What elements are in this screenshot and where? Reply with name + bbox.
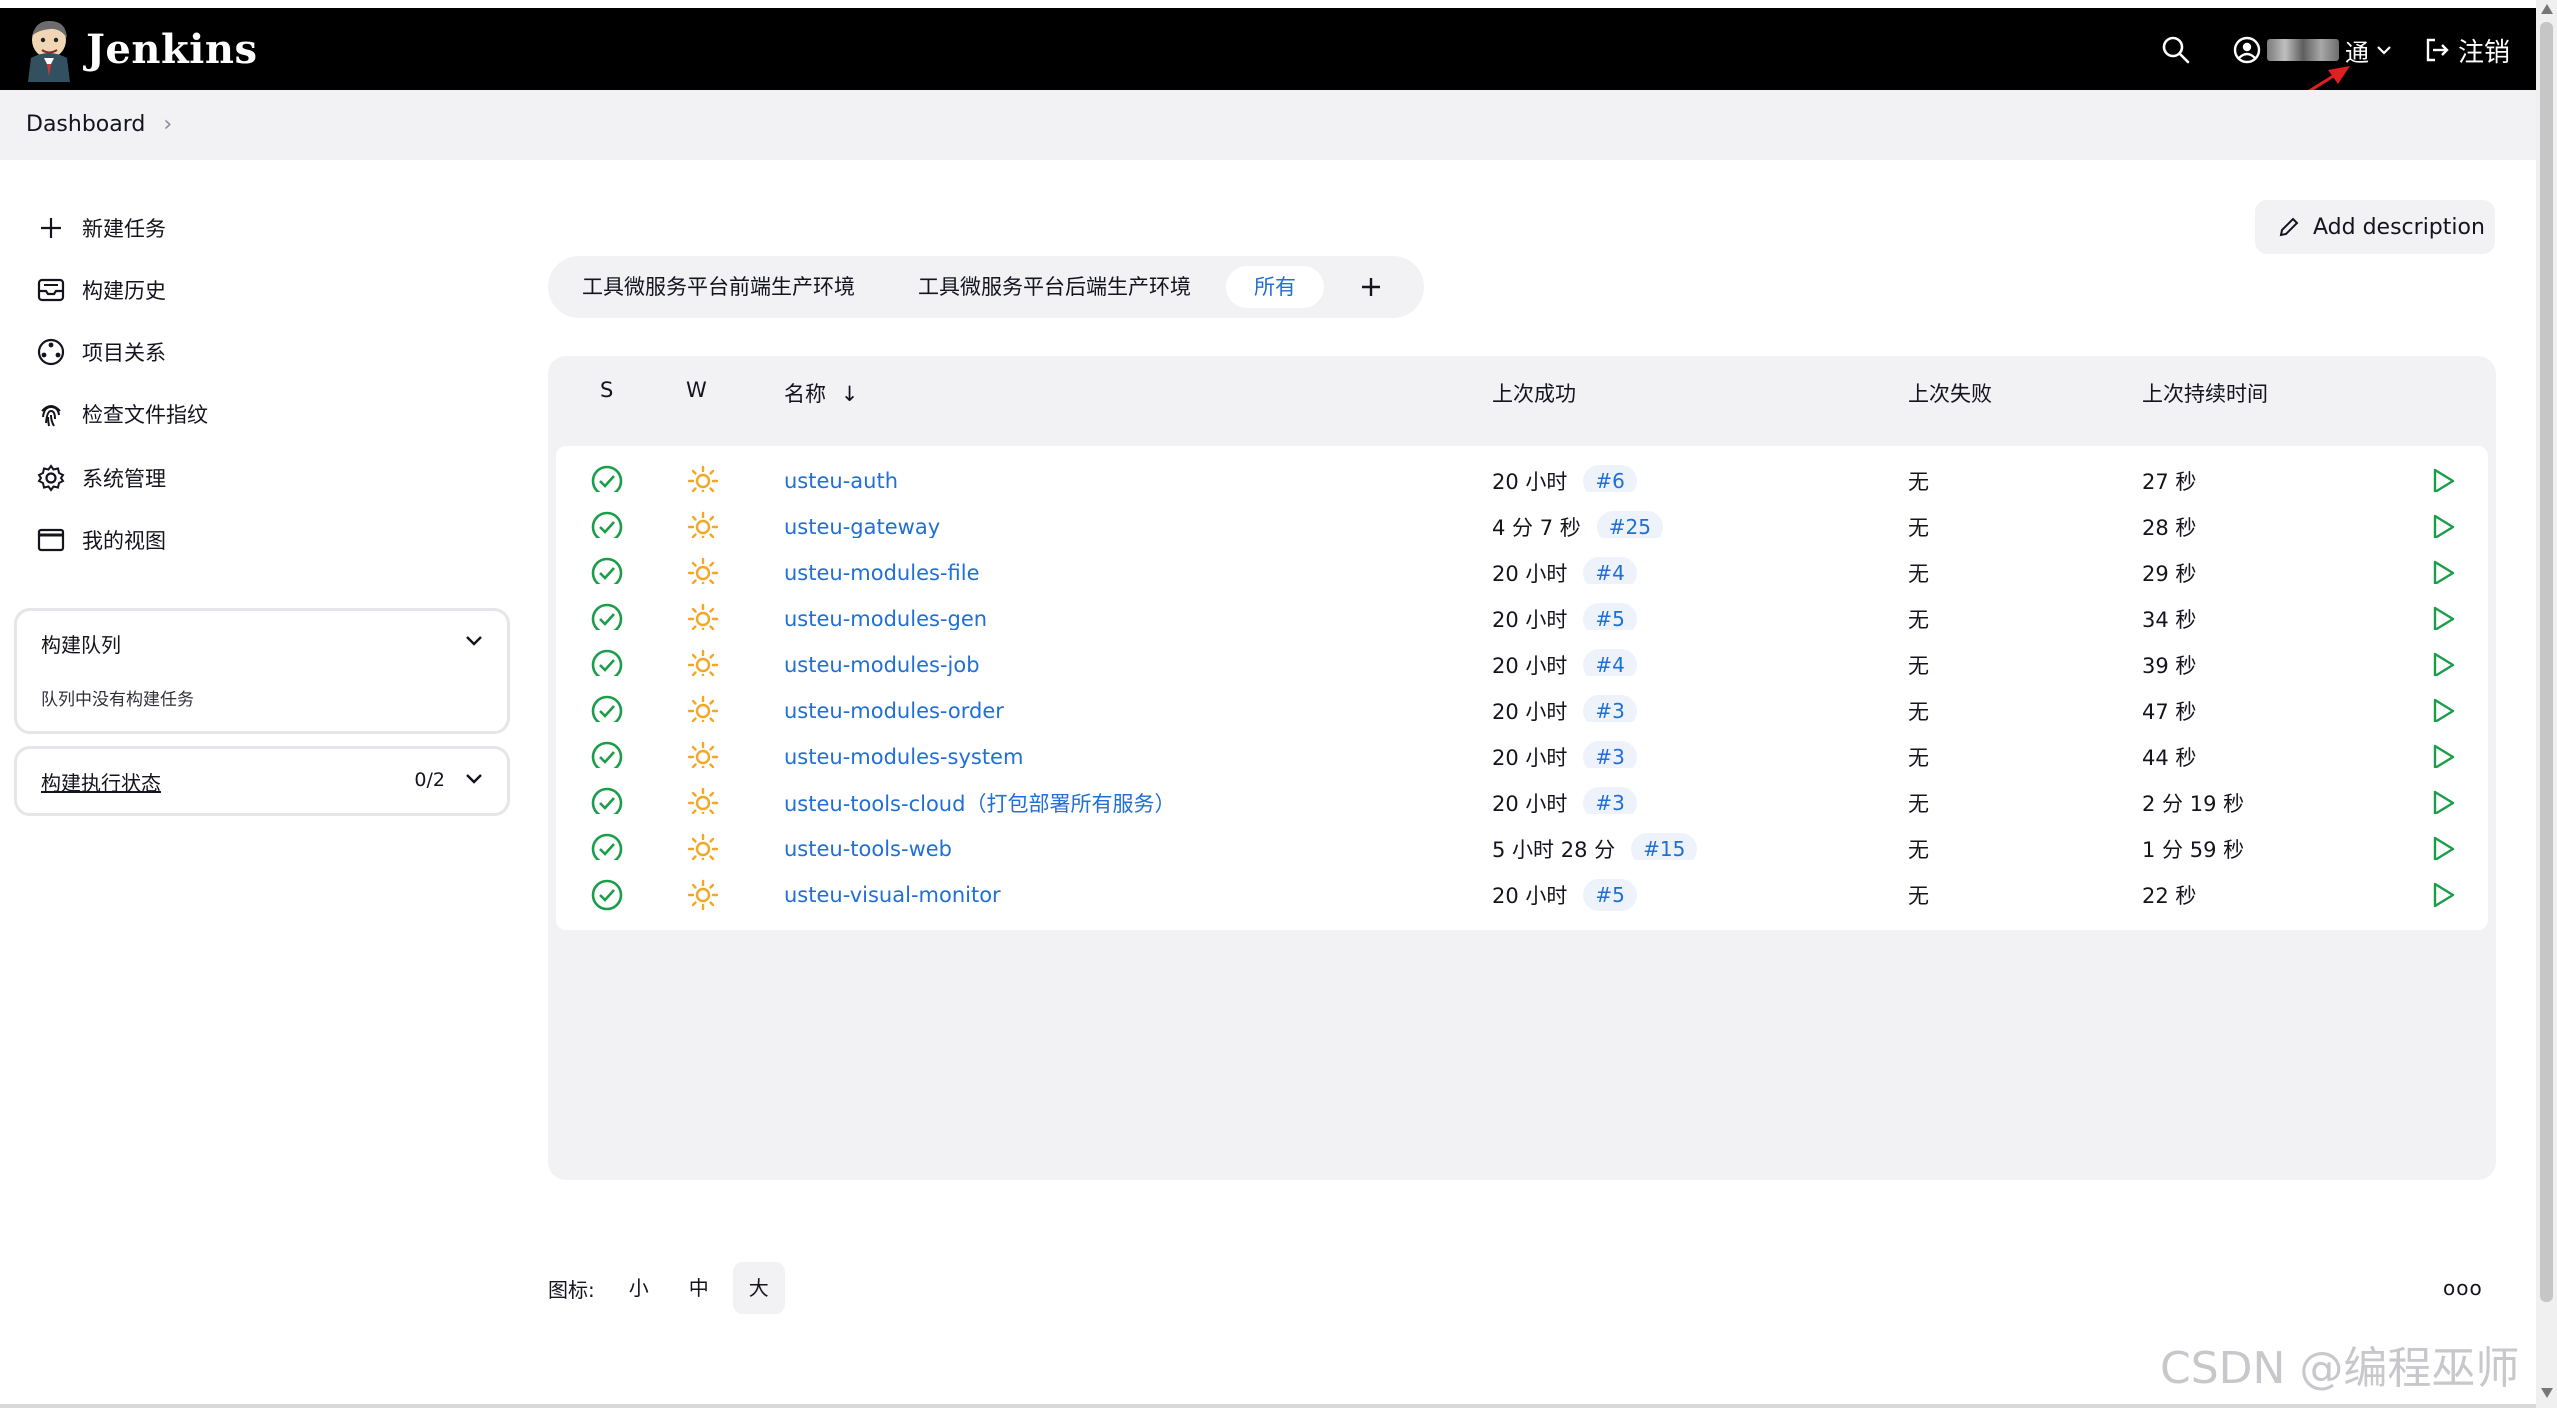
breadcrumb: Dashboard › (26, 112, 172, 137)
add-view-icon[interactable] (1354, 270, 1388, 304)
build-queue-title[interactable]: 构建队列 (41, 629, 121, 658)
sidebar-item-label: 系统管理 (82, 467, 166, 491)
sidebar-item-my-views[interactable]: 我的视图 (36, 520, 166, 560)
play-build-icon[interactable] (2428, 880, 2458, 910)
build-queue-empty-text: 队列中没有构建任务 (41, 690, 194, 710)
brand-name[interactable]: Jenkins (86, 26, 257, 73)
build-action-cell (2428, 860, 2458, 930)
status-cell (590, 860, 624, 930)
logout-icon (2426, 38, 2449, 62)
sidebar-item-label: 我的视图 (82, 529, 166, 553)
inbox-icon (37, 278, 65, 302)
sidebar-item-project-relationship[interactable]: 项目关系 (36, 332, 166, 372)
last-success-time: 20 小时 (1492, 884, 1568, 908)
column-header-name[interactable]: 名称 ↓ (784, 378, 858, 408)
icon-size-label: 图标: (548, 1277, 595, 1302)
last-failure-cell: 无 (1908, 860, 1929, 930)
jenkins-logo[interactable] (26, 18, 72, 82)
breadcrumb-chevron-icon[interactable]: › (163, 112, 172, 137)
success-check-icon[interactable] (590, 878, 624, 912)
sidebar-item-label: 构建历史 (82, 279, 166, 303)
chevron-down-icon[interactable] (463, 767, 485, 789)
jobs-table: S W 名称 ↓ 上次成功 上次失败 上次持续时间 usteu-auth 20 … (548, 356, 2496, 1180)
logout-label: 注销 (2458, 37, 2511, 68)
icon-size-large[interactable]: 大 (732, 1262, 785, 1314)
top-header: Jenkins 通 注销 (0, 8, 2536, 90)
job-name-link[interactable]: usteu-modules-gen (784, 607, 987, 631)
icon-size-medium[interactable]: 中 (673, 1262, 725, 1314)
breadcrumb-dashboard[interactable]: Dashboard (26, 112, 145, 137)
window-icon (37, 528, 65, 552)
weather-cell (686, 860, 720, 930)
last-duration-cell: 22 秒 (2142, 860, 2196, 930)
executor-status-link[interactable]: 构建执行状态 (41, 767, 161, 796)
column-header-weather[interactable]: W (686, 378, 707, 402)
search-icon[interactable] (2160, 34, 2192, 66)
scroll-down-icon[interactable] (2541, 1388, 2553, 1398)
build-number-link[interactable]: #5 (1583, 879, 1637, 911)
pencil-icon (2279, 217, 2299, 237)
tab-backend-prod[interactable]: 工具微服务平台后端生产环境 (902, 266, 1207, 308)
sidebar-item-label: 项目关系 (82, 341, 166, 365)
scrollbar-thumb[interactable] (2540, 22, 2553, 1302)
relationship-icon (37, 338, 65, 366)
column-header-last-success[interactable]: 上次成功 (1492, 378, 1576, 408)
job-name-cell: usteu-visual-monitor (784, 860, 1001, 930)
view-tabs: 工具微服务平台前端生产环境 工具微服务平台后端生产环境 所有 (548, 256, 1424, 318)
breadcrumb-bar: Dashboard › (0, 90, 2536, 160)
job-name-link[interactable]: usteu-modules-job (784, 653, 980, 677)
scroll-up-icon[interactable] (2541, 4, 2553, 14)
executor-count: 0/2 (414, 769, 445, 791)
bottom-edge (0, 1404, 2536, 1408)
job-name-link[interactable]: usteu-tools-web (784, 837, 952, 861)
build-queue-panel: 构建队列 队列中没有构建任务 (14, 608, 510, 734)
job-name-link[interactable]: usteu-gateway (784, 515, 940, 539)
job-name-link[interactable]: usteu-auth (784, 469, 898, 493)
job-name-link[interactable]: usteu-modules-order (784, 699, 1004, 723)
job-name-link[interactable]: usteu-visual-monitor (784, 883, 1001, 907)
tab-frontend-prod[interactable]: 工具微服务平台前端生产环境 (566, 266, 871, 308)
last-duration-value: 22 秒 (2142, 884, 2197, 908)
fingerprint-icon (41, 405, 61, 427)
icon-size-selector: 图标: 小 中 大 (548, 1262, 785, 1314)
sunny-icon[interactable] (686, 878, 720, 912)
sidebar-item-fingerprint[interactable]: 检查文件指纹 (36, 394, 208, 434)
more-options-icon[interactable]: ooo (2443, 1276, 2483, 1300)
sidebar-item-label: 检查文件指纹 (82, 403, 208, 427)
sidebar-item-label: 新建任务 (82, 217, 166, 241)
sort-arrow-icon: ↓ (840, 382, 859, 406)
last-failure-value: 无 (1908, 884, 1929, 908)
gear-icon (37, 464, 65, 492)
column-header-status[interactable]: S (600, 378, 613, 402)
sidebar-item-build-history[interactable]: 构建历史 (36, 270, 166, 310)
icon-size-small[interactable]: 小 (613, 1262, 665, 1314)
chevron-down-icon (2377, 46, 2391, 55)
table-row: usteu-visual-monitor 20 小时 #5 无 22 秒 (556, 860, 2488, 930)
column-header-last-duration[interactable]: 上次持续时间 (2142, 378, 2268, 408)
executor-status-panel: 构建执行状态 0/2 (14, 746, 510, 816)
watermark: CSDN @编程巫师 (2160, 1343, 2520, 1394)
last-success-cell: 20 小时 #5 (1492, 860, 1637, 930)
column-header-name-label: 名称 (784, 382, 826, 406)
logout-button[interactable]: 注销 (2424, 30, 2510, 70)
blurred-username (2267, 39, 2339, 61)
tab-all[interactable]: 所有 (1226, 266, 1324, 308)
job-name-link[interactable]: usteu-modules-file (784, 561, 980, 585)
add-description-label: Add description (2313, 214, 2485, 240)
chevron-down-icon[interactable] (463, 629, 485, 651)
plus-icon (41, 218, 61, 238)
job-name-link[interactable]: usteu-modules-system (784, 745, 1023, 769)
sidebar-item-manage-jenkins[interactable]: 系统管理 (36, 458, 166, 498)
column-header-last-failure[interactable]: 上次失败 (1908, 378, 1992, 408)
sidebar-item-new-job[interactable]: 新建任务 (36, 208, 166, 248)
vertical-scrollbar[interactable] (2536, 0, 2557, 1408)
add-description-button[interactable]: Add description (2255, 200, 2495, 254)
